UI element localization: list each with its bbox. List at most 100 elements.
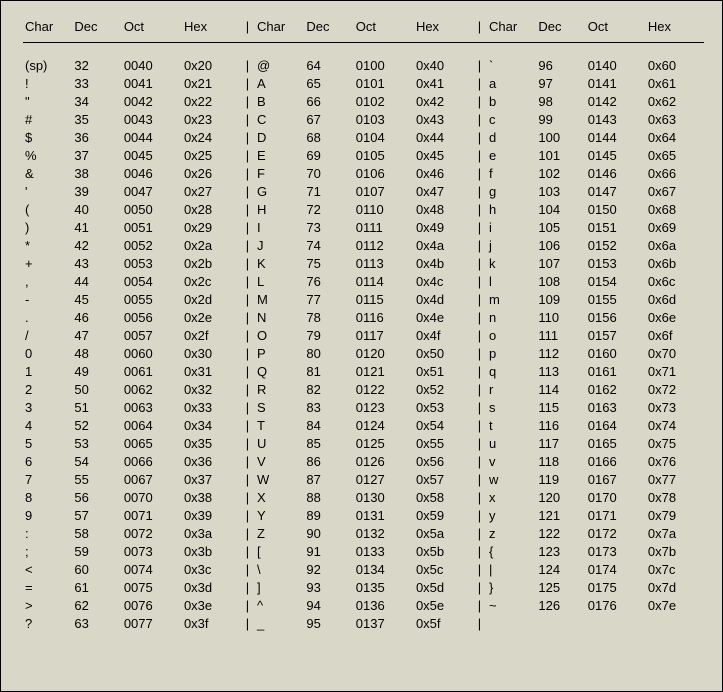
cell-char: A <box>255 74 304 92</box>
cell-dec: 50 <box>72 380 121 398</box>
cell-hex: 0x48 <box>414 200 472 218</box>
cell-char: ) <box>23 218 72 236</box>
cell-char: \ <box>255 560 304 578</box>
table-row: -4500550x2d|M7701150x4d|m10901550x6d <box>23 290 704 308</box>
cell-char: e <box>487 146 536 164</box>
row-sep: | <box>472 110 487 128</box>
cell-dec: 73 <box>304 218 353 236</box>
cell-char: E <box>255 146 304 164</box>
cell-hex: 0x32 <box>182 380 240 398</box>
cell-dec: 68 <box>304 128 353 146</box>
cell-dec: 79 <box>304 326 353 344</box>
cell-hex: 0x6f <box>646 326 704 344</box>
cell-char: p <box>487 344 536 362</box>
cell-oct: 0061 <box>122 362 182 380</box>
cell-hex: 0x5e <box>414 596 472 614</box>
cell-dec: 71 <box>304 182 353 200</box>
cell-dec: 80 <box>304 344 353 362</box>
cell-hex: 0x21 <box>182 74 240 92</box>
table-header-row: Char Dec Oct Hex | Char Dec Oct Hex | Ch… <box>23 15 704 43</box>
cell-oct: 0103 <box>354 110 414 128</box>
cell-oct: 0133 <box>354 542 414 560</box>
cell-hex: 0x64 <box>646 128 704 146</box>
cell-dec: 62 <box>72 596 121 614</box>
cell-oct: 0040 <box>122 56 182 74</box>
cell-char: W <box>255 470 304 488</box>
cell-dec: 108 <box>536 272 585 290</box>
cell-hex: 0x6a <box>646 236 704 254</box>
cell-oct: 0125 <box>354 434 414 452</box>
cell-hex: 0x42 <box>414 92 472 110</box>
cell-char: x <box>487 488 536 506</box>
table-row: %3700450x25|E6901050x45|e10101450x65 <box>23 146 704 164</box>
col-oct-1: Oct <box>122 15 182 43</box>
row-sep: | <box>240 434 255 452</box>
cell-dec: 48 <box>72 344 121 362</box>
cell-hex: 0x4c <box>414 272 472 290</box>
cell-hex: 0x70 <box>646 344 704 362</box>
cell-char: ` <box>487 56 536 74</box>
cell-hex: 0x2e <box>182 308 240 326</box>
cell-char: G <box>255 182 304 200</box>
row-sep: | <box>472 452 487 470</box>
cell-char: N <box>255 308 304 326</box>
row-sep: | <box>240 272 255 290</box>
cell-dec: 75 <box>304 254 353 272</box>
cell-hex: 0x66 <box>646 164 704 182</box>
cell-hex: 0x3d <box>182 578 240 596</box>
row-sep: | <box>472 434 487 452</box>
cell-oct: 0155 <box>586 290 646 308</box>
cell-oct: 0051 <box>122 218 182 236</box>
cell-dec <box>536 614 585 632</box>
cell-dec: 99 <box>536 110 585 128</box>
cell-oct: 0140 <box>586 56 646 74</box>
cell-oct: 0154 <box>586 272 646 290</box>
row-sep: | <box>472 398 487 416</box>
cell-dec: 87 <box>304 470 353 488</box>
cell-char: w <box>487 470 536 488</box>
cell-hex: 0x6d <box>646 290 704 308</box>
row-sep: | <box>240 614 255 632</box>
row-sep: | <box>472 326 487 344</box>
cell-dec: 83 <box>304 398 353 416</box>
cell-dec: 37 <box>72 146 121 164</box>
cell-hex: 0x79 <box>646 506 704 524</box>
row-sep: | <box>472 524 487 542</box>
cell-oct: 0101 <box>354 74 414 92</box>
cell-char: K <box>255 254 304 272</box>
cell-oct: 0056 <box>122 308 182 326</box>
cell-dec: 101 <box>536 146 585 164</box>
cell-dec: 106 <box>536 236 585 254</box>
cell-dec: 85 <box>304 434 353 452</box>
cell-oct: 0144 <box>586 128 646 146</box>
cell-char: r <box>487 380 536 398</box>
cell-oct: 0102 <box>354 92 414 110</box>
row-sep: | <box>472 542 487 560</box>
row-sep: | <box>472 272 487 290</box>
cell-oct: 0156 <box>586 308 646 326</box>
cell-dec: 45 <box>72 290 121 308</box>
cell-oct: 0131 <box>354 506 414 524</box>
cell-oct: 0065 <box>122 434 182 452</box>
cell-oct: 0126 <box>354 452 414 470</box>
row-sep: | <box>240 506 255 524</box>
cell-oct: 0100 <box>354 56 414 74</box>
cell-hex: 0x71 <box>646 362 704 380</box>
cell-hex: 0x33 <box>182 398 240 416</box>
cell-hex: 0x74 <box>646 416 704 434</box>
row-sep: | <box>240 110 255 128</box>
cell-oct: 0066 <box>122 452 182 470</box>
cell-oct: 0106 <box>354 164 414 182</box>
cell-hex: 0x27 <box>182 182 240 200</box>
cell-oct: 0055 <box>122 290 182 308</box>
row-sep: | <box>472 362 487 380</box>
row-sep: | <box>240 596 255 614</box>
table-row: /4700570x2f|O7901170x4f|o11101570x6f <box>23 326 704 344</box>
row-sep: | <box>472 578 487 596</box>
cell-oct: 0116 <box>354 308 414 326</box>
cell-dec: 94 <box>304 596 353 614</box>
cell-oct: 0041 <box>122 74 182 92</box>
col-sep-1: | <box>240 15 255 43</box>
cell-char: : <box>23 524 72 542</box>
cell-char: c <box>487 110 536 128</box>
